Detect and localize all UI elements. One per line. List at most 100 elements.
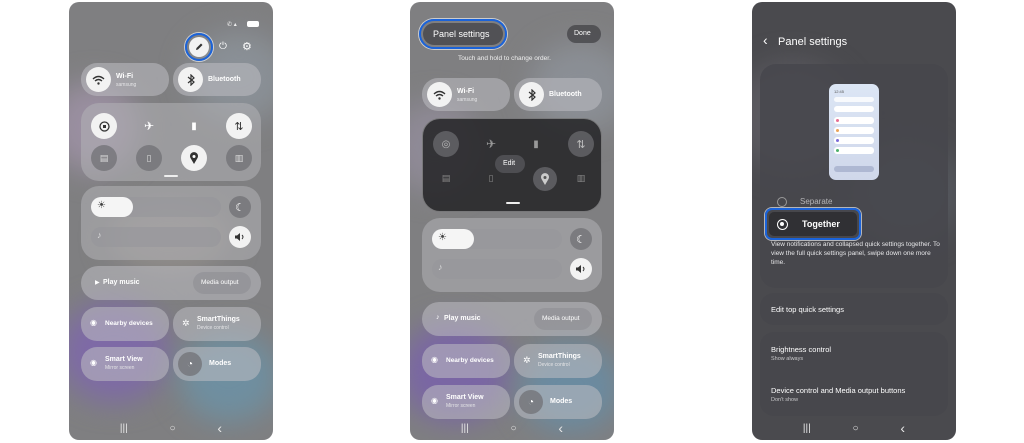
music-note-icon: ♪ (438, 262, 443, 272)
nearby-devices-icon: ◉ (431, 355, 438, 364)
bluetooth-tile[interactable]: Bluetooth (514, 78, 602, 111)
airplane-icon[interactable]: ✈ (136, 113, 162, 139)
status-icons: ✆ ▴ (227, 22, 237, 28)
play-music-tile[interactable]: ▶ Play music Media output (81, 266, 261, 300)
wifi-network: samsung (116, 82, 137, 88)
dark-mode-icon[interactable]: ☾ (229, 196, 251, 218)
back-button[interactable]: ‹ (217, 420, 222, 436)
modes-tile[interactable]: ◔ Modes (173, 347, 261, 381)
location-icon[interactable] (181, 145, 207, 171)
quick-toggles-panel: ✈ ▮ ⇅ ▤ ▯ ▥ (81, 103, 261, 181)
page-indicator (164, 175, 178, 177)
smartthings-label: SmartThings (538, 353, 581, 360)
smartthings-tile[interactable]: ✲ SmartThings Device control (173, 307, 261, 341)
done-label: Done (574, 30, 591, 37)
home-button[interactable]: ○ (170, 423, 176, 434)
home-button[interactable]: ○ (853, 423, 859, 434)
nearby-devices-tile[interactable]: ◉ Nearby devices (81, 307, 169, 341)
smart-view-tile[interactable]: ◉ Smart View Mirror screen (81, 347, 169, 381)
device-control-sub: Don't show (771, 397, 799, 403)
smart-view-label: Smart View (105, 356, 143, 363)
media-output-button[interactable]: Media output (534, 308, 592, 330)
page-title: Panel settings (778, 36, 848, 48)
smartthings-icon: ✲ (523, 355, 531, 365)
media-output-button[interactable]: Media output (193, 272, 251, 294)
bluetooth-icon (178, 67, 203, 92)
bluetooth-label: Bluetooth (208, 76, 241, 83)
modes-label: Modes (550, 398, 573, 405)
smartthings-icon: ✲ (182, 318, 190, 328)
music-note-icon: ♪ (97, 230, 102, 240)
smartthings-label: SmartThings (197, 316, 240, 323)
brightness-control-item[interactable]: Brightness control Show always (760, 332, 948, 374)
bluetooth-icon (519, 82, 544, 107)
nearby-devices-icon: ◉ (90, 318, 97, 327)
dark-mode-icon[interactable]: ☾ (570, 228, 592, 250)
sound-icon[interactable] (570, 258, 592, 280)
play-music-tile[interactable]: ♪ Play music Media output (422, 302, 602, 336)
nearby-devices-tile[interactable]: ◉ Nearby devices (422, 344, 510, 378)
phone-screen-panel-editor: Panel settings Done Touch and hold to ch… (410, 2, 614, 440)
smart-view-sub: Mirror screen (446, 403, 476, 409)
sliders-panel: ☀ ☾ ♪ (422, 218, 602, 292)
wifi-tile[interactable]: Wi-Fi samsung (422, 78, 510, 111)
layout-options-card: 12:45 Separate Together View notificatio… (760, 64, 948, 288)
edit-top-quick-settings-item[interactable]: Edit top quick settings (760, 293, 948, 325)
battery-icon (247, 21, 259, 27)
edit-top-quick-settings-label: Edit top quick settings (771, 305, 844, 314)
battery-saver-icon[interactable]: ▯ (136, 145, 162, 171)
quick-toggles-edit-panel[interactable]: ◎ ✈ ▮ ⇅ ▤ ▯ ▥ Edit (422, 118, 602, 212)
mobile-data-icon: ⇅ (568, 131, 594, 157)
mobile-data-icon[interactable]: ⇅ (226, 113, 252, 139)
recents-button[interactable]: ||| (803, 423, 811, 434)
smartthings-sub: Device control (197, 325, 229, 331)
dex-icon[interactable]: ▥ (226, 145, 252, 171)
back-arrow-icon[interactable]: ‹ (763, 32, 768, 48)
modes-icon: ◔ (519, 390, 543, 414)
power-icon[interactable]: ⏻ (219, 41, 227, 52)
nfc-icon[interactable]: ▤ (91, 145, 117, 171)
phone-screen-panel-settings: ‹ Panel settings 12:45 Separate Together… (752, 2, 956, 440)
edit-highlight (185, 33, 213, 61)
recents-button[interactable]: ||| (461, 423, 469, 434)
sliders-panel: ☀ ☾ ♪ (81, 186, 261, 260)
edit-badge-label: Edit (503, 160, 516, 167)
done-button[interactable]: Done (567, 25, 601, 43)
separate-radio[interactable] (777, 197, 787, 207)
sun-icon: ☀ (97, 200, 106, 211)
navigation-bar: ||| ○ ‹ (752, 416, 956, 440)
wifi-tile[interactable]: Wi-Fi samsung (81, 63, 169, 96)
smartthings-tile[interactable]: ✲ SmartThings Device control (514, 344, 602, 378)
gear-icon[interactable]: ⚙ (242, 40, 252, 53)
flashlight-icon[interactable]: ▮ (181, 113, 207, 139)
page-indicator (506, 202, 520, 204)
wifi-icon (427, 82, 452, 107)
recents-button[interactable]: ||| (120, 423, 128, 434)
wifi-icon (86, 67, 111, 92)
modes-icon: ◔ (178, 352, 202, 376)
smart-view-tile[interactable]: ◉ Smart View Mirror screen (422, 385, 510, 419)
modes-tile[interactable]: ◔ Modes (514, 385, 602, 419)
separate-label[interactable]: Separate (800, 197, 832, 206)
preview-dots (834, 97, 874, 102)
bluetooth-tile[interactable]: Bluetooth (173, 63, 261, 96)
smart-view-icon: ◉ (431, 396, 438, 405)
modes-label: Modes (209, 360, 232, 367)
preview-row-3 (834, 137, 874, 144)
preview-row-4 (834, 147, 874, 154)
volume-slider[interactable] (432, 259, 562, 279)
location-icon (533, 167, 557, 191)
smart-view-icon: ◉ (90, 358, 97, 367)
back-button[interactable]: ‹ (558, 420, 563, 436)
device-control-item[interactable]: Device control and Media output buttons … (760, 374, 948, 416)
volume-slider[interactable] (91, 227, 221, 247)
nearby-devices-label: Nearby devices (446, 357, 494, 364)
auto-rotate-icon[interactable] (91, 113, 117, 139)
home-button[interactable]: ○ (511, 423, 517, 434)
device-control-title: Device control and Media output buttons (771, 386, 906, 395)
preview-phone: 12:45 (829, 84, 879, 180)
sound-icon[interactable] (229, 226, 251, 248)
back-button[interactable]: ‹ (900, 420, 905, 436)
smart-view-label: Smart View (446, 394, 484, 401)
edit-badge[interactable]: Edit (495, 155, 525, 173)
